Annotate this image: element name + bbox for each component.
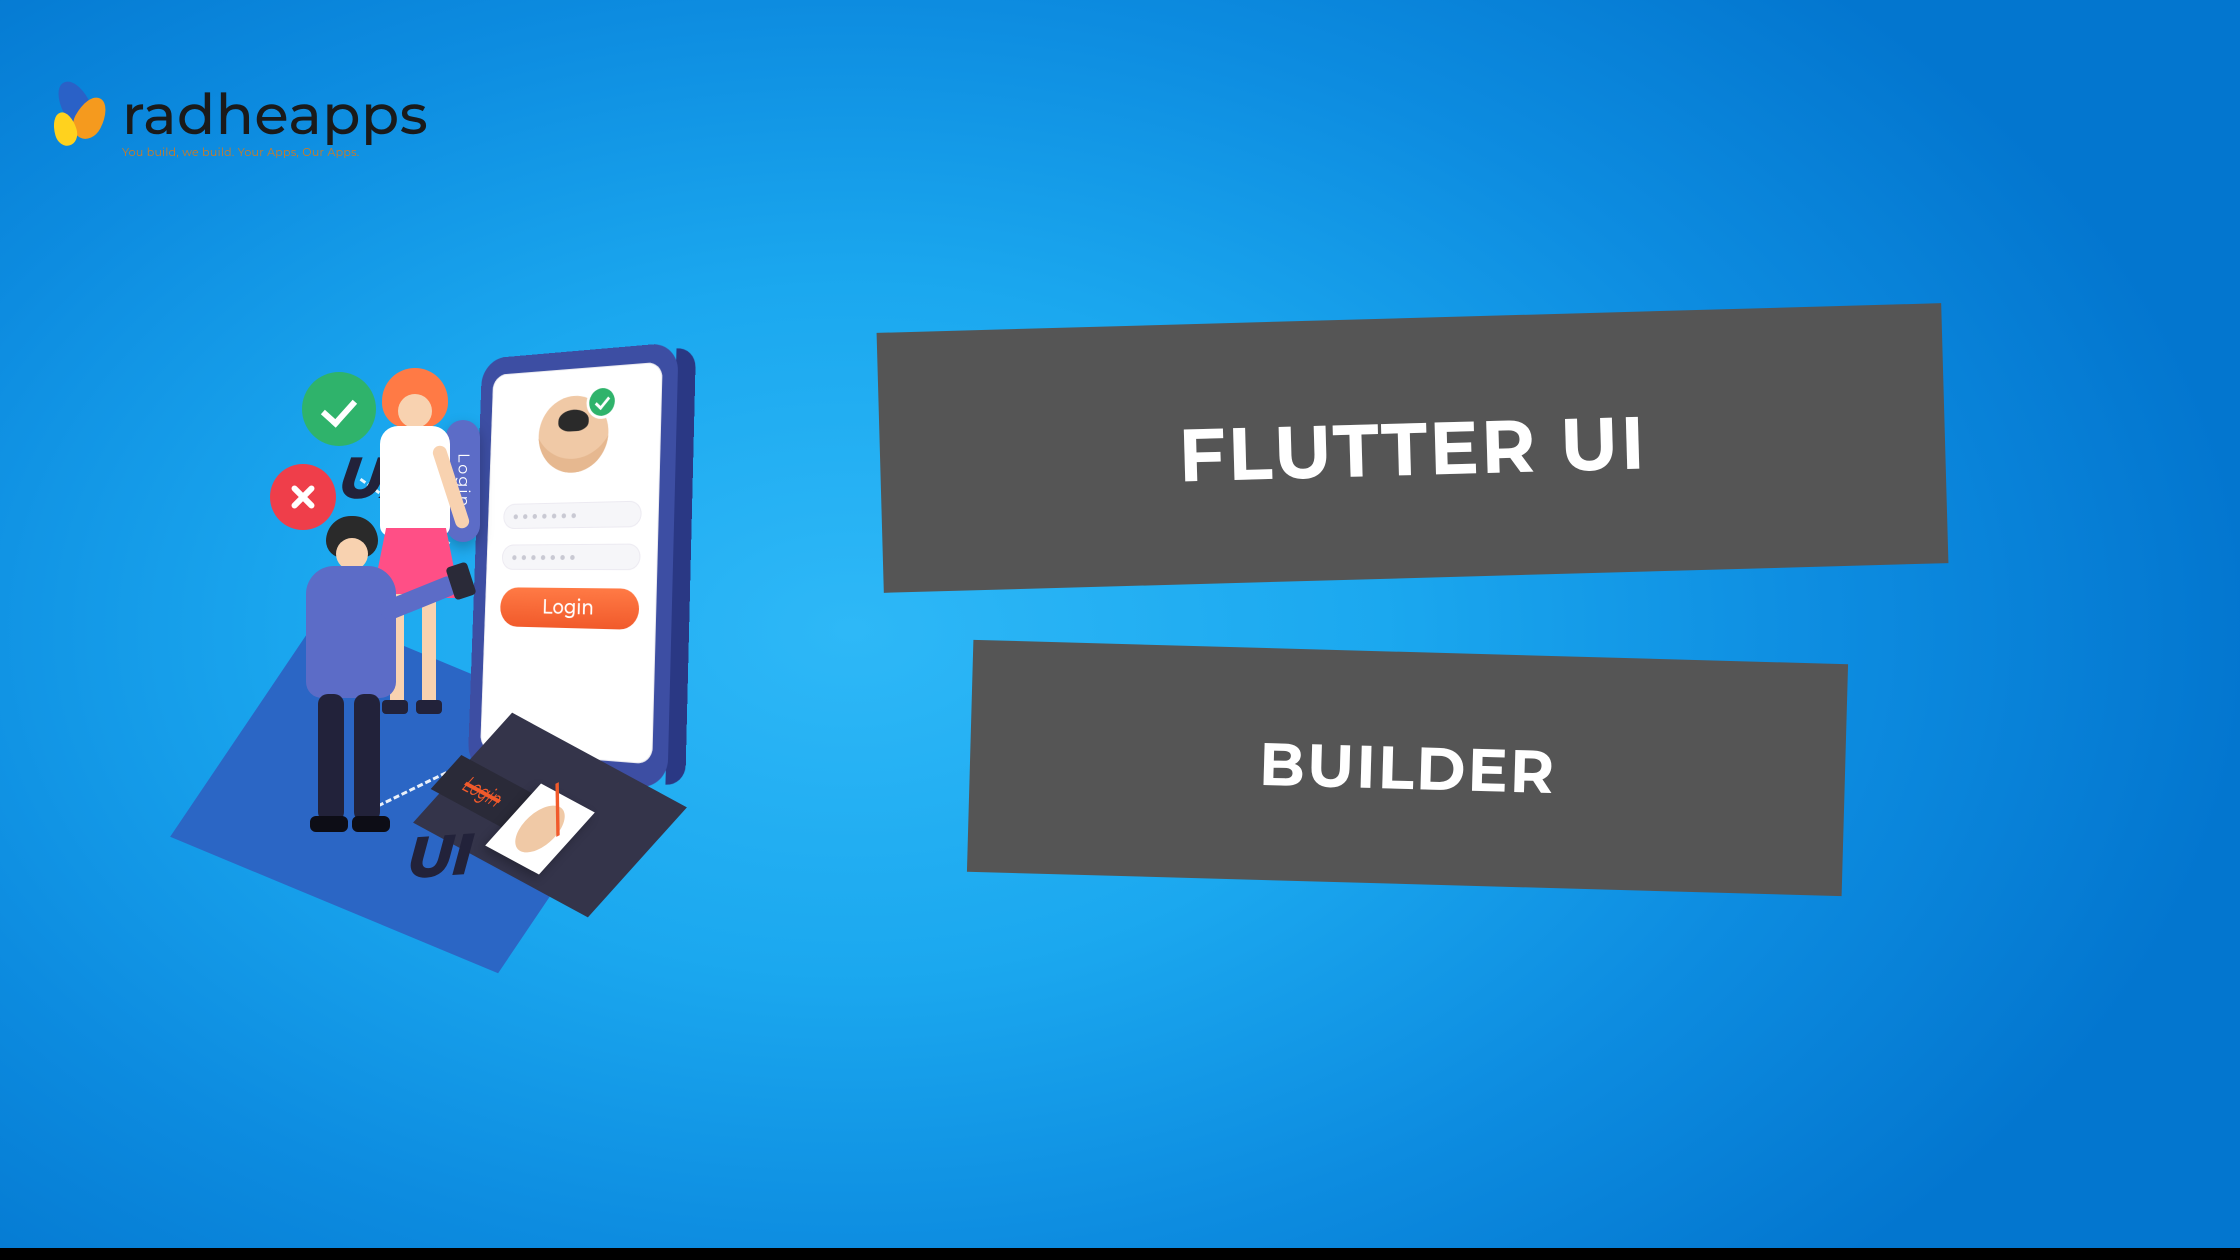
login-button-label: Login [542, 596, 594, 621]
brand-logo-mark [48, 78, 114, 168]
title-panel-line1: FLUTTER UI [877, 303, 1949, 593]
person-developer-male [282, 516, 442, 856]
check-badge-icon [589, 387, 615, 416]
rejected-login-label: Login [456, 772, 510, 813]
password-field-mock [502, 544, 641, 571]
title-line2-text: BUILDER [1258, 727, 1557, 808]
hero-illustration: Login Login UX UI Login [200, 330, 760, 890]
title-line1-text: FLUTTER UI [1177, 396, 1648, 500]
avatar-icon [537, 394, 609, 474]
title-panel-line2: BUILDER [967, 640, 1848, 896]
brand-logo-word: radheapps [122, 87, 428, 143]
username-field-mock [503, 501, 642, 529]
brand-logo: radheapps You build, we build. Your Apps… [48, 78, 428, 168]
phone-mockup: Login [468, 342, 679, 789]
bottom-bar [0, 1248, 2240, 1260]
phone-screen: Login [480, 362, 663, 765]
login-button-mock: Login [500, 587, 640, 630]
